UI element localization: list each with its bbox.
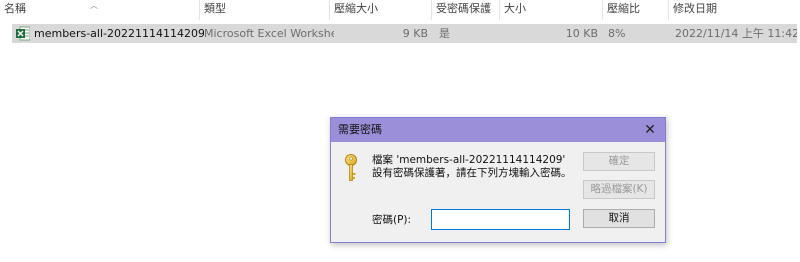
skip-file-button[interactable]: 略過檔案(K) (583, 180, 655, 199)
file-password-protected: 是 (439, 27, 450, 40)
column-header-type[interactable]: 類型 (200, 0, 330, 20)
ok-button[interactable]: 確定 (583, 152, 655, 171)
password-input[interactable] (431, 209, 570, 230)
password-label: 密碼(P): (372, 214, 412, 226)
file-name: members-all-20221114114209 (34, 27, 204, 40)
dialog-titlebar[interactable]: 需要密碼 ✕ (331, 118, 665, 142)
close-icon[interactable]: ✕ (635, 118, 665, 142)
column-header-name[interactable]: 名稱 (0, 0, 200, 20)
column-header-bar: 名稱 類型 壓縮大小 受密碼保護 大小 壓縮比 修改日期 ︿ (0, 0, 800, 20)
column-header-ratio[interactable]: 壓縮比 (603, 0, 669, 20)
excel-file-icon (16, 26, 31, 41)
column-header-password-protected[interactable]: 受密碼保護 (432, 0, 500, 20)
column-header-modified[interactable]: 修改日期 (669, 0, 800, 20)
cancel-button[interactable]: 取消 (583, 209, 655, 228)
dialog-title: 需要密碼 (338, 123, 382, 136)
file-size: 10 KB (565, 27, 598, 40)
column-header-compressed-size[interactable]: 壓縮大小 (330, 0, 432, 20)
file-type: Microsoft Excel Worksheet (204, 27, 334, 40)
file-row[interactable]: members-all-20221114114209 Microsoft Exc… (12, 24, 797, 43)
file-modified: 2022/11/14 上午 11:42 (675, 27, 797, 40)
column-header-size[interactable]: 大小 (500, 0, 603, 20)
password-dialog: 需要密碼 ✕ 檔案 'members-all-20221114114209' 設… (330, 117, 666, 243)
dialog-message: 檔案 'members-all-20221114114209' 設有密碼保護著，… (372, 154, 572, 179)
file-compressed-size: 9 KB (402, 27, 428, 40)
file-ratio: 8% (608, 27, 626, 40)
sort-ascending-icon: ︿ (90, 1, 98, 10)
key-icon (343, 154, 359, 182)
